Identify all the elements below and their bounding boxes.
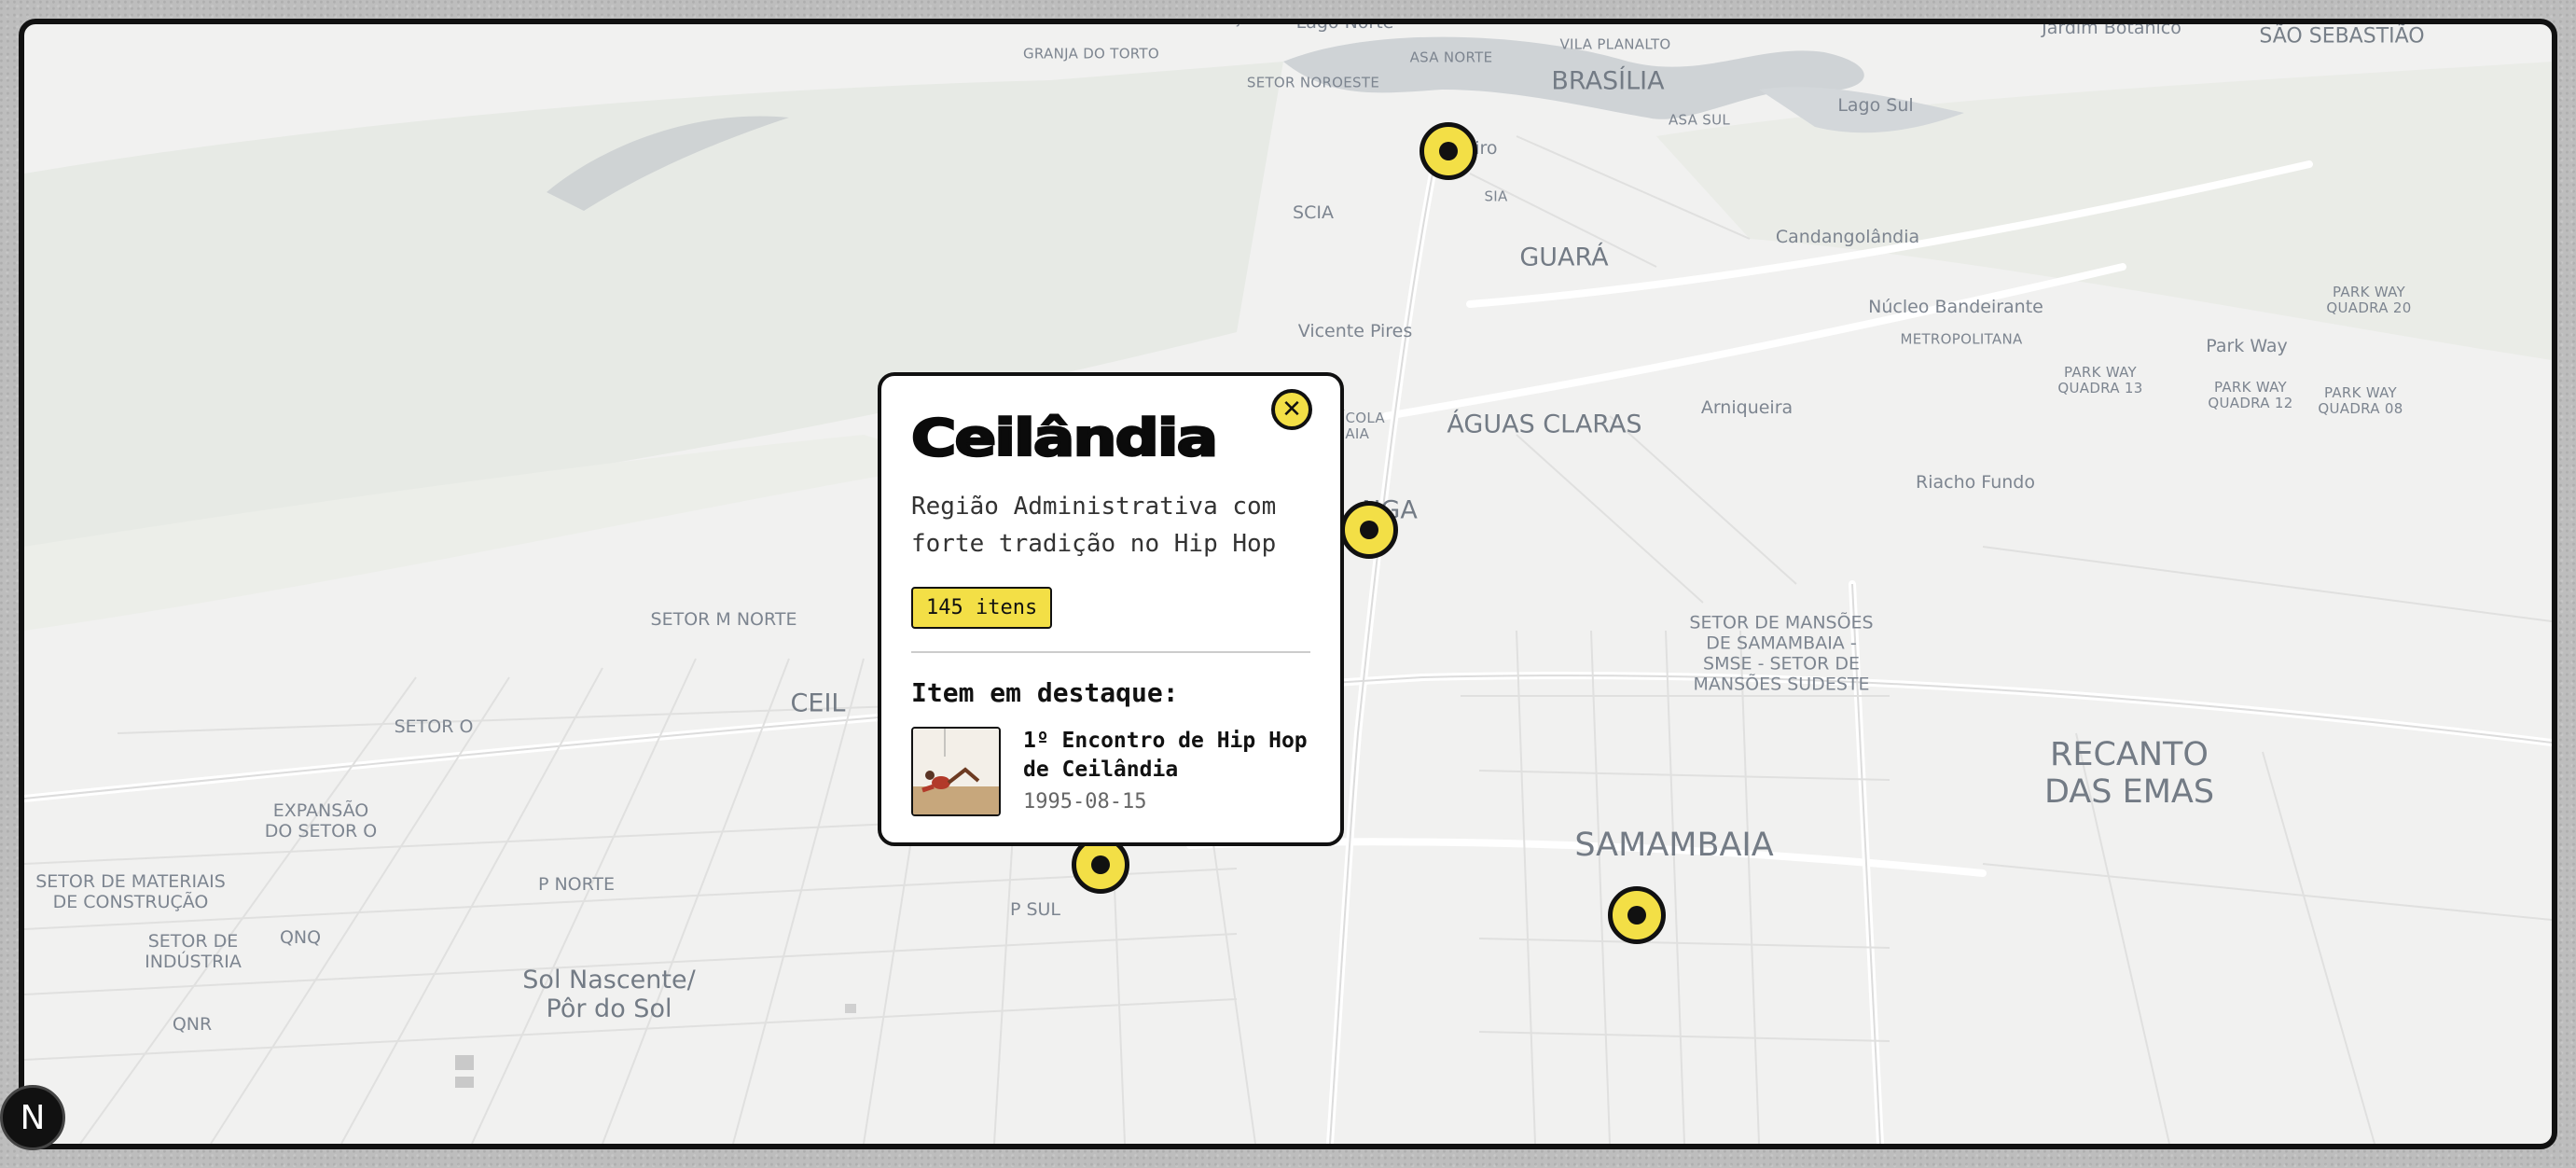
- marker-taguatinga[interactable]: [1340, 501, 1398, 559]
- marker-dot-icon: [1439, 142, 1458, 160]
- marker-dot-icon: [1627, 906, 1646, 925]
- item-count-badge[interactable]: 145 itens: [911, 587, 1053, 629]
- marker-samambaia[interactable]: [1608, 886, 1666, 944]
- location-popup: ✕ Ceilândia Região Administrativa com fo…: [878, 372, 1344, 846]
- divider: [911, 651, 1310, 653]
- featured-thumbnail[interactable]: [911, 727, 1001, 816]
- marker-brasilia[interactable]: [1420, 122, 1477, 180]
- popup-title: Ceilândia: [909, 409, 1219, 467]
- popup-description: Região Administrativa com forte tradição…: [911, 493, 1277, 558]
- featured-title[interactable]: 1º Encontro de Hip Hop de Ceilândia: [1023, 727, 1310, 785]
- app-logo-icon[interactable]: N: [0, 1085, 65, 1150]
- featured-item[interactable]: 1º Encontro de Hip Hop de Ceilândia 1995…: [911, 727, 1310, 816]
- featured-heading: Item em destaque:: [911, 677, 1179, 708]
- map-container[interactable]: Varjão Lago Norte GRANJA DO TORTO ASA NORTE…: [19, 19, 2557, 1149]
- marker-dot-icon: [1360, 521, 1378, 539]
- marker-dot-icon: [1091, 855, 1110, 874]
- featured-date: 1995-08-15: [1023, 790, 1147, 813]
